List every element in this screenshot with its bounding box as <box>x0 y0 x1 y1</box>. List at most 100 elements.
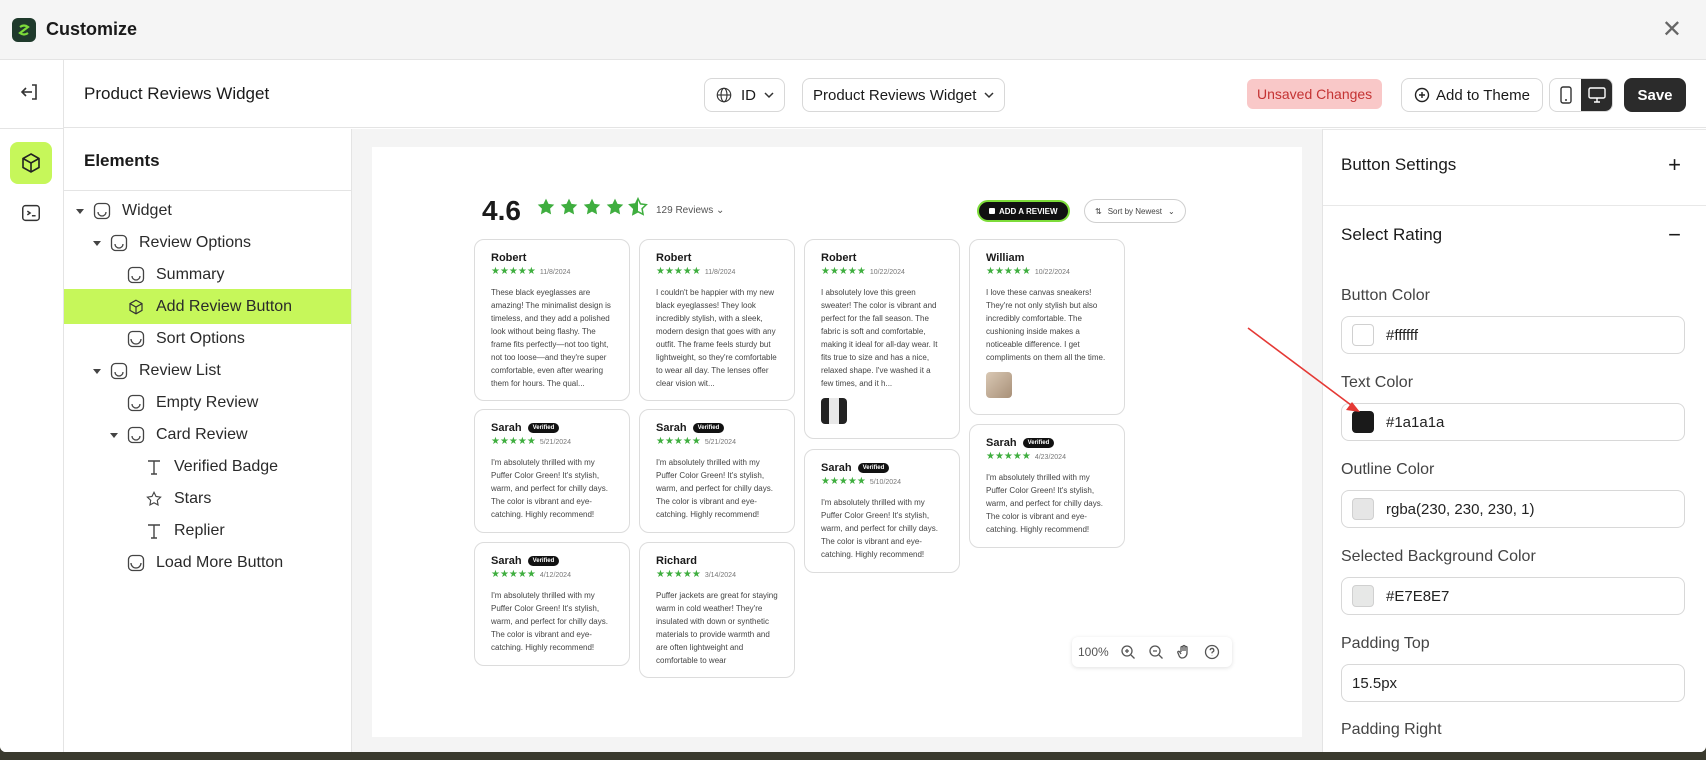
review-text: I'm absolutely thrilled with my Puffer C… <box>656 458 773 519</box>
review-stars: ★★★★★ <box>821 476 866 487</box>
review-text: These black eyeglasses are amazing! The … <box>491 288 611 388</box>
app-window: Customize ✕ Product Reviews Widget ID Pr… <box>0 0 1706 752</box>
terminal-icon <box>22 204 40 222</box>
button-settings-header[interactable]: Button Settings + <box>1341 154 1681 176</box>
group-icon <box>126 329 146 349</box>
select-rating-header[interactable]: Select Rating − <box>1341 224 1681 246</box>
exit-icon[interactable] <box>18 80 42 104</box>
caret-down-icon[interactable] <box>91 237 103 249</box>
reviewer-name: Richard <box>656 555 697 567</box>
color-swatch[interactable] <box>1352 411 1374 433</box>
canvas-area: 4.6 129 Reviews ⌄ ADD A REVIEW ⇅ Sort by… <box>352 129 1322 752</box>
review-photo-thumbnail[interactable] <box>986 372 1012 398</box>
review-date: 4/23/2024 <box>1034 453 1066 461</box>
color-swatch[interactable] <box>1352 498 1374 520</box>
review-date: 5/10/2024 <box>869 478 901 486</box>
review-text: I'm absolutely thrilled with my Puffer C… <box>821 498 938 559</box>
review-text: I love these canvas sneakers! They're no… <box>986 288 1106 362</box>
tree-item-review-list[interactable]: Review List <box>64 353 351 388</box>
review-date: 3/14/2024 <box>704 571 736 579</box>
hand-pan-icon[interactable] <box>1175 643 1193 661</box>
tree-item-stars[interactable]: Stars <box>64 481 351 516</box>
caret-down-icon[interactable] <box>91 365 103 377</box>
selected-background-color-input[interactable]: #E7E8E7 <box>1341 577 1685 615</box>
verified-badge: Verified <box>527 556 560 566</box>
tree-item-sort-options[interactable]: Sort Options <box>64 321 351 356</box>
review-date: 10/22/2024 <box>1034 268 1070 276</box>
device-toggle <box>1549 78 1613 112</box>
widget-select[interactable]: Product Reviews Widget <box>802 78 1006 112</box>
elements-tab-button[interactable] <box>10 142 52 184</box>
text-color-label: Text Color <box>1341 374 1414 391</box>
add-to-theme-button[interactable]: Add to Theme <box>1401 78 1543 112</box>
verified-badge: Verified <box>857 463 890 473</box>
star-icon <box>606 198 624 215</box>
plus-icon[interactable]: + <box>1668 154 1681 176</box>
add-review-button[interactable]: ADD A REVIEW <box>977 200 1070 222</box>
desktop-view-button[interactable] <box>1581 79 1612 111</box>
sort-button[interactable]: ⇅ Sort by Newest ⌄ <box>1084 199 1186 223</box>
button-color-input[interactable]: #ffffff <box>1341 316 1685 354</box>
tree-item-replier[interactable]: Replier <box>64 513 351 548</box>
tree-item-load-more-button[interactable]: Load More Button <box>64 545 351 580</box>
average-stars <box>536 197 648 217</box>
tree-item-label: Replier <box>174 521 225 539</box>
elements-title: Elements <box>64 129 351 191</box>
tree-item-label: Load More Button <box>156 553 284 571</box>
window-title: Customize <box>46 19 138 39</box>
verified-badge: Verified <box>527 423 560 433</box>
padding-top-input[interactable]: 15.5px <box>1341 664 1685 702</box>
text-icon <box>144 521 164 541</box>
review-photo-thumbnail[interactable] <box>821 398 847 424</box>
outline-color-input[interactable]: rgba(230, 230, 230, 1) <box>1341 490 1685 528</box>
reviews-count[interactable]: 129 Reviews ⌄ <box>656 205 724 216</box>
star-icon <box>583 198 601 215</box>
padding-top-label: Padding Top <box>1341 635 1430 652</box>
review-card: Sarah Verified ★★★★★ 5/10/2024 I'm absolut… <box>804 449 960 573</box>
tree-item-card-review[interactable]: Card Review <box>64 417 351 452</box>
button-color-value: #ffffff <box>1386 326 1418 344</box>
color-swatch[interactable] <box>1352 585 1374 607</box>
review-text: I'm absolutely thrilled with my Puffer C… <box>491 458 608 519</box>
reviewer-name: Sarah Verified <box>821 462 943 474</box>
tree-item-summary[interactable]: Summary <box>64 257 351 292</box>
tree-item-label: Empty Review <box>156 393 259 411</box>
tree-item-add-review-button[interactable]: Add Review Button <box>64 289 351 324</box>
review-date: 11/8/2024 <box>704 268 736 276</box>
half-star-icon <box>628 197 648 216</box>
app-logo-icon <box>12 17 36 42</box>
tree-item-review-options[interactable]: Review Options <box>64 225 351 260</box>
review-card: Robert ★★★★★ 11/8/2024 These black eyegla… <box>474 239 630 401</box>
review-card: William ★★★★★ 10/22/2024 I love these can… <box>969 239 1125 415</box>
save-button[interactable]: Save <box>1624 78 1686 112</box>
unsaved-changes-badge: Unsaved Changes <box>1247 79 1383 109</box>
language-select[interactable]: ID <box>704 78 785 112</box>
code-tab-button[interactable] <box>10 192 52 234</box>
tree-item-widget[interactable]: Widget <box>64 193 351 228</box>
color-swatch[interactable] <box>1352 324 1374 346</box>
zoom-out-icon[interactable] <box>1147 643 1165 661</box>
sort-icon: ⇅ <box>1095 206 1102 216</box>
cube-icon <box>22 153 40 173</box>
text-color-input[interactable]: #1a1a1a <box>1341 403 1685 441</box>
review-date: 5/21/2024 <box>539 438 571 446</box>
verified-badge: Verified <box>1022 438 1055 448</box>
caret-down-icon[interactable] <box>108 429 120 441</box>
page-title: Product Reviews Widget <box>84 84 270 103</box>
reviewer-name: Sarah Verified <box>491 422 613 434</box>
minus-icon[interactable]: − <box>1668 224 1681 246</box>
tree-item-verified-badge[interactable]: Verified Badge <box>64 449 351 484</box>
close-icon[interactable]: ✕ <box>1662 18 1682 42</box>
review-stars: ★★★★★ <box>491 266 536 277</box>
tree-item-empty-review[interactable]: Empty Review <box>64 385 351 420</box>
review-stars: ★★★★★ <box>656 569 701 580</box>
widget-icon <box>92 201 112 221</box>
mobile-view-button[interactable] <box>1550 79 1581 111</box>
help-icon[interactable] <box>1203 643 1221 661</box>
selected-background-color-value: #E7E8E7 <box>1386 587 1450 605</box>
zoom-in-icon[interactable] <box>1119 643 1137 661</box>
tree-item-label: Sort Options <box>156 329 245 347</box>
caret-down-icon[interactable] <box>74 205 86 217</box>
review-stars: ★★★★★ <box>986 451 1031 462</box>
reviewer-name: Sarah Verified <box>656 422 778 434</box>
